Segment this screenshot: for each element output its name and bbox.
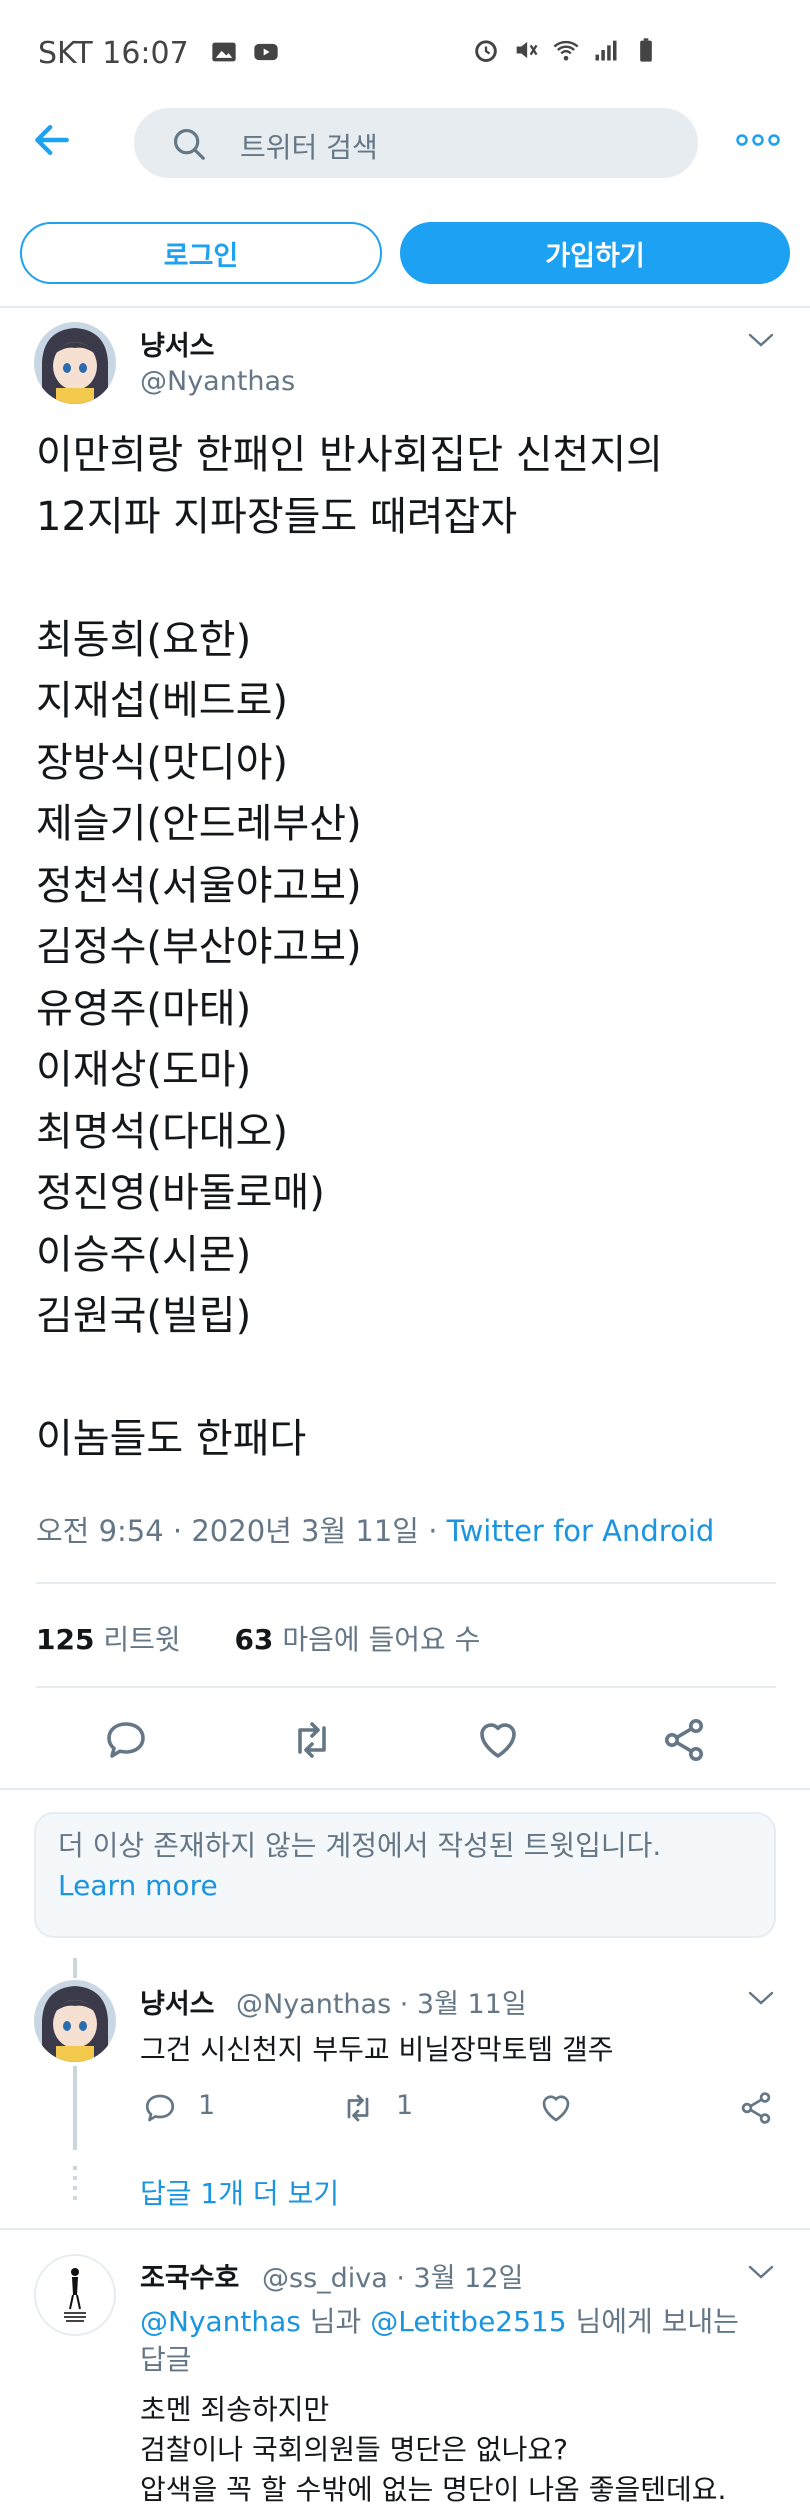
reply-text-line: 압색을 꼭 할 수밖에 없는 명단이 나옴 좋을텐데요. [140, 2473, 727, 2505]
reply-author-handle-date[interactable]: @ss_diva · 3월 12일 [262, 2256, 523, 2295]
avatar-image [36, 2256, 114, 2334]
retweet-count[interactable]: 125 [36, 1623, 94, 1656]
tweet-text-line: 김정수(부산야고보) [36, 924, 362, 970]
tweet-source-link[interactable]: Twitter for Android [447, 1514, 715, 1548]
tweet-text-line [36, 1348, 786, 1410]
tweet-text: 이만희랑 한패인 반사회집단 신천지의 12지파 지파장들도 때려잡자최동희(요한… [36, 425, 786, 1471]
avatar-image [34, 322, 116, 404]
like-label[interactable]: 마음에 들어요 수 [273, 1623, 480, 1656]
tweet-text-line: 유영주(마태) [36, 985, 252, 1032]
battery-icon [640, 38, 652, 62]
share-icon[interactable] [738, 2090, 774, 2126]
author-name[interactable]: 냥서스 [140, 324, 215, 363]
search-input[interactable]: 트위터 검색 [134, 108, 698, 178]
author-handle[interactable]: @Nyanthas [140, 366, 295, 397]
mention-connector: 님과 [300, 2305, 371, 2338]
signup-button[interactable]: 가입하기 [400, 222, 790, 284]
alarm-icon [475, 40, 497, 62]
tweet-time-date: 오전 9:54 · 2020년 3월 11일 · [36, 1514, 447, 1548]
reply-author-name[interactable]: 조국수호 [140, 2256, 239, 2295]
thread-line [73, 1958, 77, 1978]
replying-to-line2: 답글 [140, 2343, 192, 2376]
youtube-icon [254, 43, 278, 61]
replying-to: @Nyanthas 님과 @Letitbe2515 님에게 보내는 [140, 2300, 739, 2340]
tweet-stats: 125 리트윗 63 마음에 들어요 수 [36, 1618, 480, 1658]
learn-more-link[interactable]: Learn more [58, 1866, 752, 1906]
like-count[interactable]: 63 [234, 1623, 273, 1656]
tweet-text-line: 장방식(맛디아) [36, 739, 289, 786]
tweet-actions [0, 1710, 810, 1772]
top-bar: 트위터 검색 [0, 100, 810, 186]
search-placeholder: 트위터 검색 [240, 131, 378, 164]
share-icon[interactable] [660, 1716, 708, 1764]
mention-link[interactable]: @Letitbe2515 [370, 2305, 566, 2338]
like-icon[interactable] [474, 1716, 522, 1764]
tweet-text-line: 정천석(서울야고보) [36, 862, 362, 909]
retweet-icon[interactable] [340, 2090, 376, 2126]
tweet-text-line: 이승주(시몬) [36, 1231, 252, 1278]
avatar-image [34, 1980, 116, 2062]
chevron-down-icon[interactable] [746, 330, 776, 350]
image-icon [212, 42, 236, 62]
reply-author-name[interactable]: 냥서스 [140, 1982, 215, 2021]
tweet-text-line: 최명석(다대오) [36, 1108, 289, 1155]
thread-dotted-line [73, 2166, 77, 2206]
login-button[interactable]: 로그인 [20, 222, 382, 284]
tweet-text-line: 이재상(도마) [36, 1047, 252, 1093]
tweet-text-line: 제슬기(안드레부산) [36, 801, 362, 847]
mention-link[interactable]: @Nyanthas [140, 2305, 301, 2338]
more-options-icon[interactable] [736, 128, 780, 152]
like-icon[interactable] [538, 2090, 574, 2126]
mute-icon [516, 41, 538, 59]
thread-line [73, 2066, 77, 2150]
divider [36, 1582, 776, 1584]
status-time: SKT 16:07 [38, 36, 189, 71]
search-icon [173, 128, 205, 160]
tweet-text-line: 김원국(빌립) [36, 1293, 252, 1339]
reply-text-line: 초멘 죄송하지만 [140, 2393, 330, 2426]
reply-author-handle-date[interactable]: @Nyanthas · 3월 11일 [236, 1982, 527, 2021]
tweet-text-line: 지재섭(베드로) [36, 678, 289, 724]
reply-icon[interactable] [102, 1716, 150, 1764]
reply-icon[interactable] [142, 2090, 178, 2126]
tweet-text-line: 이놈들도 한패다 [36, 1416, 307, 1462]
tweet-text-line [36, 548, 786, 610]
tweet-text-line: 정진영(바돌로매) [36, 1170, 325, 1216]
notice-text: 더 이상 존재하지 않는 계정에서 작성된 트윗입니다. [58, 1829, 662, 1862]
divider [0, 1788, 810, 1790]
chevron-down-icon[interactable] [746, 2262, 776, 2282]
tweet-text-line: 최동희(요한) [36, 616, 252, 663]
retweet-icon[interactable] [288, 1716, 336, 1764]
divider [0, 2228, 810, 2230]
tweet-text-line: 12지파 지파장들도 때려잡자 [36, 493, 518, 540]
avatar[interactable] [34, 322, 116, 404]
divider [0, 306, 810, 308]
chevron-down-icon[interactable] [746, 1988, 776, 2008]
retweet-count: 1 [396, 2090, 414, 2121]
back-arrow-icon[interactable] [30, 118, 74, 162]
retweet-label[interactable]: 리트윗 [94, 1623, 180, 1656]
reply-count: 1 [198, 2090, 216, 2121]
show-more-replies-link[interactable]: 답글 1개 더 보기 [140, 2172, 339, 2212]
reply-text: 그건 시신천지 부두교 비닐장막토템 갤주 [140, 2033, 614, 2066]
signal-icon [595, 40, 617, 61]
tweet-timestamp: 오전 9:54 · 2020년 3월 11일 · Twitter for And… [36, 1508, 714, 1550]
tweet-text-line: 이만희랑 한패인 반사회집단 신천지의 [36, 432, 663, 478]
divider [36, 1686, 776, 1688]
deleted-account-notice: 더 이상 존재하지 않는 계정에서 작성된 트윗입니다. Learn more [34, 1812, 776, 1938]
mention-suffix: 님에게 보내는 [566, 2305, 739, 2338]
wifi-icon [553, 40, 579, 61]
avatar[interactable] [34, 1980, 116, 2062]
avatar[interactable] [34, 2254, 116, 2336]
status-bar: SKT 16:07 [0, 0, 810, 100]
reply-text-line: 검찰이나 국회의원들 명단은 없나요? [140, 2433, 568, 2466]
